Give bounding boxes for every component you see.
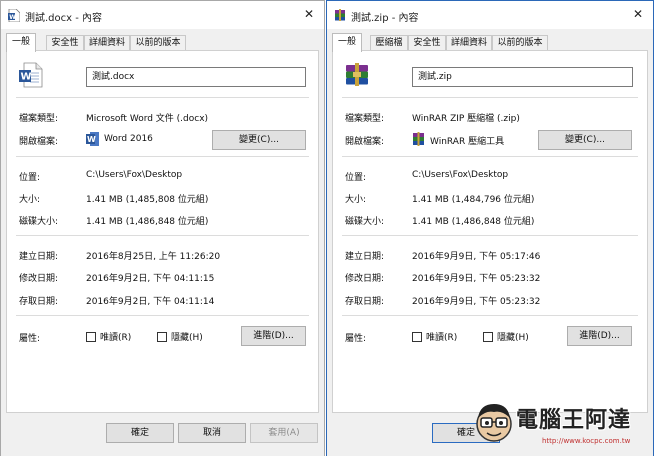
size-label: 大小: xyxy=(19,195,41,205)
word-document-icon: W xyxy=(19,62,43,88)
attributes-label: 屬性: xyxy=(19,334,41,344)
winrar-icon xyxy=(413,132,424,146)
tab-general[interactable]: 一般 xyxy=(332,33,362,52)
tab-previous-versions[interactable]: 以前的版本 xyxy=(130,35,186,50)
tab-security[interactable]: 安全性 xyxy=(408,35,446,50)
checkbox-box[interactable] xyxy=(412,331,422,342)
checkbox-box[interactable] xyxy=(483,331,493,342)
readonly-label: 唯讀(R) xyxy=(426,333,458,343)
winrar-archive-icon xyxy=(335,9,345,21)
apply-button[interactable]: 套用(A) xyxy=(250,423,318,443)
size-on-disk-label: 磁碟大小: xyxy=(345,217,385,227)
close-icon[interactable]: ✕ xyxy=(300,5,318,23)
accessed-value: 2016年9月2日, 下午 04:11:14 xyxy=(86,297,215,307)
change-button[interactable]: 變更(C)... xyxy=(212,130,306,150)
general-tab-panel: W 測試.docx 檔案類型: Microsoft Word 文件 (.docx… xyxy=(6,50,319,413)
file-type-label: 檔案類型: xyxy=(19,114,59,124)
dialog-button-bar: 確定 取消 套用(A) xyxy=(1,415,324,456)
location-label: 位置: xyxy=(345,173,367,183)
readonly-label: 唯讀(R) xyxy=(100,333,132,343)
modified-label: 修改日期: xyxy=(19,274,59,284)
created-value: 2016年9月9日, 下午 05:17:46 xyxy=(412,252,541,262)
mascot-face-icon xyxy=(476,404,512,442)
file-type-value: WinRAR ZIP 壓縮檔 (.zip) xyxy=(412,114,520,124)
svg-text:W: W xyxy=(87,135,96,144)
watermark-url: http://www.kocpc.com.tw xyxy=(542,437,631,445)
checkbox-box[interactable] xyxy=(86,331,96,342)
accessed-label: 存取日期: xyxy=(19,297,59,307)
advanced-button[interactable]: 進階(D)... xyxy=(241,326,306,346)
docx-properties-dialog: W 測試.docx - 內容 ✕ 一般 安全性 詳細資料 以前的版本 W 測試.… xyxy=(0,0,325,456)
readonly-checkbox[interactable]: 唯讀(R) xyxy=(412,330,457,343)
opens-with-label: 開啟檔案: xyxy=(345,137,385,147)
file-type-value: Microsoft Word 文件 (.docx) xyxy=(86,114,209,124)
tab-security[interactable]: 安全性 xyxy=(46,35,84,50)
ok-button[interactable]: 確定 xyxy=(106,423,174,443)
close-icon[interactable]: ✕ xyxy=(629,5,647,23)
hidden-label: 隱藏(H) xyxy=(497,333,529,343)
separator xyxy=(16,156,309,157)
tab-general[interactable]: 一般 xyxy=(6,33,36,52)
location-value: C:\Users\Fox\Desktop xyxy=(86,170,183,180)
cancel-button[interactable]: 取消 xyxy=(178,423,246,443)
size-label: 大小: xyxy=(345,195,367,205)
watermark-text: 電腦王阿達 xyxy=(516,408,632,433)
tab-archive[interactable]: 壓縮檔 xyxy=(370,35,408,50)
separator xyxy=(342,97,638,98)
watermark-logo: 電腦王阿達 http://www.kocpc.com.tw xyxy=(472,396,650,454)
title-bar: W 測試.docx - 內容 ✕ xyxy=(1,1,324,29)
word-icon: W xyxy=(86,132,99,146)
modified-label: 修改日期: xyxy=(345,274,385,284)
zip-properties-dialog: 測試.zip - 內容 ✕ 一般 壓縮檔 安全性 詳細資料 以前的版本 測試.z… xyxy=(326,0,654,456)
accessed-value: 2016年9月9日, 下午 05:23:32 xyxy=(412,297,541,307)
created-label: 建立日期: xyxy=(19,252,59,262)
readonly-checkbox[interactable]: 唯讀(R) xyxy=(86,330,131,343)
modified-value: 2016年9月2日, 下午 04:11:15 xyxy=(86,274,215,284)
size-value: 1.41 MB (1,484,796 位元組) xyxy=(412,195,535,205)
window-title: 測試.zip - 內容 xyxy=(351,13,419,24)
window-title: 測試.docx - 內容 xyxy=(25,13,103,24)
file-name-field[interactable]: 測試.docx xyxy=(86,67,306,87)
hidden-checkbox[interactable]: 隱藏(H) xyxy=(157,330,203,343)
created-label: 建立日期: xyxy=(345,252,385,262)
hidden-checkbox[interactable]: 隱藏(H) xyxy=(483,330,529,343)
separator xyxy=(16,235,309,236)
location-label: 位置: xyxy=(19,173,41,183)
separator xyxy=(16,315,309,316)
svg-text:W: W xyxy=(9,14,16,21)
winrar-archive-icon xyxy=(346,63,368,86)
advanced-button[interactable]: 進階(D)... xyxy=(567,326,632,346)
separator xyxy=(342,235,638,236)
change-button[interactable]: 變更(C)... xyxy=(538,130,632,150)
opens-with-label: 開啟檔案: xyxy=(19,137,59,147)
tab-details[interactable]: 詳細資料 xyxy=(446,35,492,50)
hidden-label: 隱藏(H) xyxy=(171,333,203,343)
title-bar: 測試.zip - 內容 ✕ xyxy=(327,1,653,29)
general-tab-panel: 測試.zip 檔案類型: WinRAR ZIP 壓縮檔 (.zip) 開啟檔案:… xyxy=(332,50,648,413)
created-value: 2016年8月25日, 上午 11:26:20 xyxy=(86,252,221,262)
tab-details[interactable]: 詳細資料 xyxy=(84,35,130,50)
size-on-disk-value: 1.41 MB (1,486,848 位元組) xyxy=(86,217,209,227)
size-on-disk-value: 1.41 MB (1,486,848 位元組) xyxy=(412,217,535,227)
opens-with-value: WinRAR 壓縮工具 xyxy=(430,137,505,147)
checkbox-box[interactable] xyxy=(157,331,167,342)
attributes-label: 屬性: xyxy=(345,334,367,344)
accessed-label: 存取日期: xyxy=(345,297,385,307)
opens-with-value: Word 2016 xyxy=(104,134,153,144)
file-name-field[interactable]: 測試.zip xyxy=(412,67,633,87)
separator xyxy=(342,156,638,157)
file-type-label: 檔案類型: xyxy=(345,114,385,124)
tab-previous-versions[interactable]: 以前的版本 xyxy=(492,35,548,50)
svg-text:W: W xyxy=(21,72,32,83)
separator xyxy=(16,97,309,98)
location-value: C:\Users\Fox\Desktop xyxy=(412,170,509,180)
word-document-icon: W xyxy=(8,9,20,22)
size-value: 1.41 MB (1,485,808 位元組) xyxy=(86,195,209,205)
separator xyxy=(342,315,638,316)
size-on-disk-label: 磁碟大小: xyxy=(19,217,59,227)
modified-value: 2016年9月9日, 下午 05:23:32 xyxy=(412,274,541,284)
